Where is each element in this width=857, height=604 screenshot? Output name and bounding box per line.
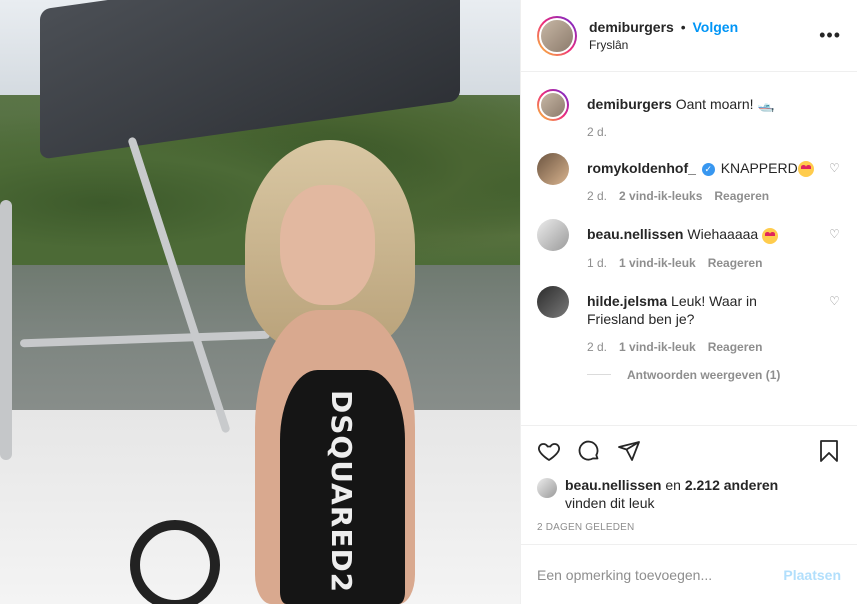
view-replies-button[interactable]: Antwoorden weergeven (1) (587, 368, 841, 382)
post-modal: DSQUARED2 demiburgers • Volgen Fryslân •… (0, 0, 857, 604)
swimsuit-print: DSQUARED2 (325, 390, 358, 594)
comment-like-heart-icon[interactable]: ♡ (829, 227, 841, 241)
comment-item: beau.nellissen Wiehaaaaa 1 d. 1 vind-ik-… (537, 219, 841, 271)
photo-rail (0, 200, 12, 460)
comment-time[interactable]: 2 d. (587, 187, 607, 205)
comment-likes[interactable]: 1 vind-ik-leuk (619, 254, 696, 272)
add-comment-bar: Plaatsen (521, 544, 857, 604)
separator-dot: • (680, 19, 686, 35)
liked-by-connector: en (665, 477, 681, 493)
caption-avatar[interactable] (537, 89, 569, 121)
comment-bubble-icon[interactable] (577, 439, 601, 463)
liked-by-text: beau.nellissen en 2.212 anderen vinden d… (565, 476, 778, 512)
comment-avatar[interactable] (537, 219, 569, 252)
heart-eyes-emoji-icon (762, 227, 779, 244)
liked-by-avatar[interactable] (537, 478, 557, 498)
post-side-panel: demiburgers • Volgen Fryslân ••• demibur… (520, 0, 857, 604)
comment-like-heart-icon[interactable]: ♡ (829, 161, 841, 175)
comment-meta: 2 d. 1 vind-ik-leuk Reageren (587, 338, 817, 356)
comment-item: romykoldenhof_ ✓ KNAPPERD 2 d. 2 vind-ik… (537, 153, 841, 205)
reply-button[interactable]: Reageren (714, 187, 769, 205)
caption-meta: 2 d. (587, 123, 817, 141)
liked-by-others[interactable]: 2.212 anderen (685, 477, 778, 493)
action-bar (521, 425, 857, 475)
comment-avatar[interactable] (537, 285, 569, 318)
caption: demiburgers Oant moarn! 🛥️ 2 d. (537, 89, 841, 141)
liked-by-user[interactable]: beau.nellissen (565, 477, 661, 493)
comment-like-heart-icon[interactable]: ♡ (829, 294, 841, 308)
post-location[interactable]: Fryslân (589, 38, 819, 52)
author-username[interactable]: demiburgers (589, 19, 674, 35)
replies-divider (587, 374, 611, 376)
comments-list[interactable]: demiburgers Oant moarn! 🛥️ 2 d. romykold… (521, 73, 857, 425)
liked-by-suffix: vinden dit leuk (565, 495, 655, 511)
verified-badge-icon: ✓ (701, 162, 715, 176)
comment-time[interactable]: 2 d. (587, 338, 607, 356)
caption-text: Oant moarn! 🛥️ (675, 96, 775, 112)
heart-eyes-emoji-icon (797, 161, 814, 178)
post-comment-button[interactable]: Plaatsen (783, 567, 841, 583)
comment-meta: 2 d. 2 vind-ik-leuks Reageren (587, 187, 817, 205)
post-photo[interactable]: DSQUARED2 (0, 0, 520, 604)
post-age[interactable]: 2 DAGEN GELEDEN (537, 522, 634, 533)
comment-item: hilde.jelsma Leuk! Waar in Friesland ben… (537, 285, 841, 356)
comment-time[interactable]: 1 d. (587, 254, 607, 272)
author-info: demiburgers • Volgen Fryslân (589, 19, 819, 52)
comment-avatar[interactable] (537, 153, 569, 185)
follow-button[interactable]: Volgen (693, 19, 739, 35)
reply-button[interactable]: Reageren (708, 338, 763, 356)
comment-input[interactable] (537, 566, 784, 583)
post-header: demiburgers • Volgen Fryslân ••• (521, 0, 857, 72)
comment-username[interactable]: hilde.jelsma (587, 293, 667, 309)
comment-username[interactable]: beau.nellissen (587, 226, 683, 242)
comment-likes[interactable]: 2 vind-ik-leuks (619, 187, 702, 205)
caption-time[interactable]: 2 d. (587, 123, 607, 141)
save-bookmark-icon[interactable] (817, 439, 841, 463)
liked-by: beau.nellissen en 2.212 anderen vinden d… (537, 476, 841, 512)
view-replies-label: Antwoorden weergeven (1) (627, 367, 781, 382)
comment-text: Wiehaaaaa (687, 226, 759, 243)
share-paper-plane-icon[interactable] (617, 439, 641, 463)
reply-button[interactable]: Reageren (708, 254, 763, 272)
photo-steering-wheel (130, 520, 220, 604)
photo-face (280, 185, 375, 305)
photo-person: DSQUARED2 (215, 140, 445, 604)
comment-username[interactable]: romykoldenhof_ (587, 160, 696, 176)
more-options-icon[interactable]: ••• (819, 25, 841, 46)
author-avatar[interactable] (537, 15, 577, 56)
comment-text: KNAPPERD (720, 160, 798, 176)
comment-likes[interactable]: 1 vind-ik-leuk (619, 338, 696, 356)
comment-meta: 1 d. 1 vind-ik-leuk Reageren (587, 254, 817, 272)
caption-username[interactable]: demiburgers (587, 96, 672, 112)
like-heart-icon[interactable] (537, 439, 561, 463)
